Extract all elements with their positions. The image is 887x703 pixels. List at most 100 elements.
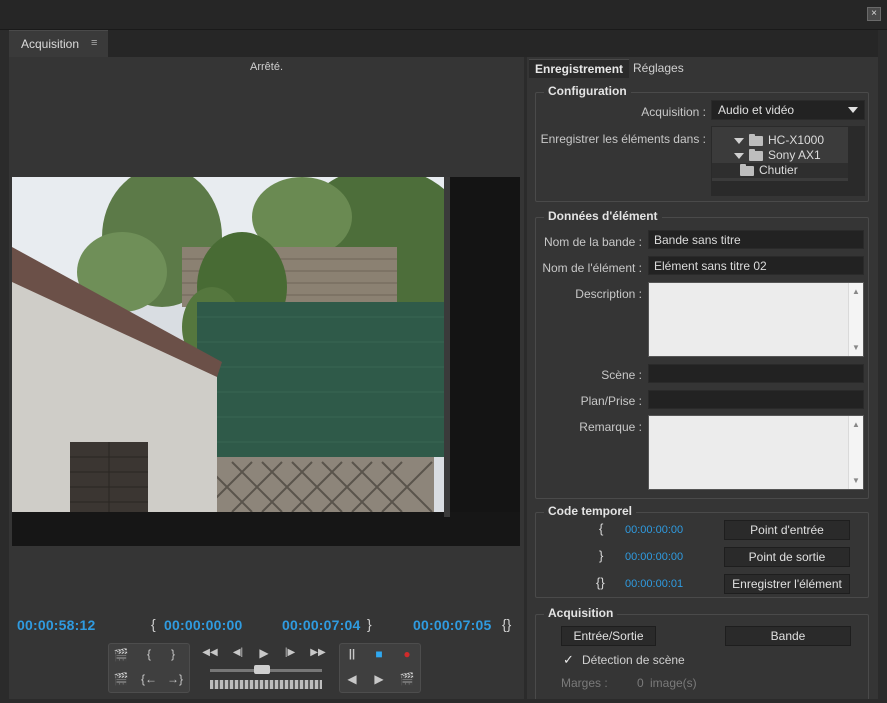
chevron-down-icon	[848, 107, 858, 113]
acquisition-type-label: Acquisition :	[641, 105, 706, 119]
capture-status: Arrêté.	[249, 61, 283, 73]
folder-icon	[749, 133, 763, 146]
duration-timecode[interactable]: 00:00:07:05	[413, 617, 491, 633]
clapper-out-icon[interactable]: 🎬	[111, 672, 131, 686]
save-clips-label: Enregistrer les éléments dans :	[540, 132, 706, 146]
log-clip-button[interactable]: Enregistrer l'élément	[724, 574, 850, 594]
duration-mark-icon: {}	[502, 616, 512, 632]
duration-brace-icon: {}	[596, 575, 605, 590]
clip-name-label: Nom de l'élément :	[542, 261, 642, 275]
tape-name-label: Nom de la bande :	[543, 235, 642, 249]
jog-wheel[interactable]	[210, 680, 322, 689]
play-button[interactable]: ▶	[254, 646, 274, 660]
panel-menu-icon[interactable]: ≡	[91, 37, 97, 49]
configuration-group: Configuration Acquisition : Audio et vid…	[535, 84, 869, 202]
shuttle-handle[interactable]	[254, 665, 270, 674]
tab-settings[interactable]: Réglages	[627, 59, 690, 78]
expand-triangle-icon	[734, 137, 744, 144]
margins-value[interactable]: 0	[637, 676, 644, 690]
scroll-down-icon[interactable]: ▼	[852, 343, 860, 352]
scroll-up-icon[interactable]: ▲	[852, 287, 860, 296]
capture-tape-button[interactable]: Bande	[725, 626, 851, 646]
scene-detect-label: Détection de scène	[582, 653, 685, 667]
scene-detect-checkbox[interactable]: ✓	[563, 653, 576, 666]
acquisition-type-select[interactable]: Audio et vidéo	[711, 100, 865, 120]
capture-monitor: Arrêté. 00:00:58:12 {00:00:00:00 00:00:…	[9, 57, 524, 699]
set-in-point-button[interactable]: Point d'entrée	[724, 520, 850, 540]
description-label: Description :	[575, 287, 642, 301]
in-point-mark-icon: {	[151, 616, 156, 632]
tree-item-chutier[interactable]: Chutier	[712, 163, 848, 178]
folder-icon	[740, 163, 754, 176]
panel-tabbar: Acquisition ≡	[9, 30, 878, 57]
tab-recording[interactable]: Enregistrement	[529, 59, 630, 78]
record-button[interactable]: ●	[397, 647, 417, 661]
tc-in-value[interactable]: 00:00:00:00	[625, 524, 683, 536]
shot-take-label: Plan/Prise :	[580, 394, 642, 408]
capture-controls: || ■ ● ◀ ▶ 🎬	[339, 643, 421, 693]
out-brace-icon: }	[599, 548, 604, 563]
description-input[interactable]: ▲ ▼	[648, 282, 864, 357]
timecode-title: Code temporel	[544, 504, 637, 518]
go-to-out-button[interactable]: →}	[165, 672, 185, 686]
note-scrollbar[interactable]: ▲ ▼	[848, 416, 863, 489]
tree-horizontal-scrollbar[interactable]	[712, 181, 848, 195]
in-point-timecode[interactable]: 00:00:00:00	[164, 617, 242, 633]
video-frame-image	[12, 177, 520, 546]
pause-button[interactable]: ||	[342, 648, 362, 660]
acquisition-type-value: Audio et vidéo	[718, 103, 795, 117]
tree-item-sony-ax1[interactable]: Sony AX1	[734, 148, 821, 163]
next-scene-button[interactable]: ▶	[369, 672, 389, 686]
tape-name-input[interactable]: Bande sans titre	[648, 230, 864, 249]
expand-triangle-icon	[734, 152, 744, 159]
scroll-up-icon[interactable]: ▲	[852, 420, 860, 429]
note-input[interactable]: ▲ ▼	[648, 415, 864, 490]
out-point-timecode[interactable]: 00:00:07:04	[282, 617, 360, 633]
margins-unit: image(s)	[650, 676, 697, 690]
mark-out-button[interactable]: }	[163, 647, 183, 661]
acquisition-group: Acquisition Entrée/Sortie Bande ✓ Détect…	[535, 606, 869, 699]
shot-take-input[interactable]	[648, 390, 864, 409]
out-point-mark-icon: }	[367, 616, 372, 632]
clip-data-title: Données d'élément	[544, 209, 662, 223]
go-to-in-button[interactable]: {←	[139, 672, 159, 686]
mark-in-button[interactable]: {	[139, 647, 159, 661]
tree-item-hc-x1000[interactable]: HC-X1000	[734, 133, 824, 148]
tab-acquisition-label: Acquisition	[21, 37, 80, 51]
tc-duration-value[interactable]: 00:00:00:01	[625, 578, 683, 590]
capture-settings-panel: Enregistrement Réglages Configuration Ac…	[527, 57, 878, 699]
current-timecode[interactable]: 00:00:58:12	[17, 617, 95, 633]
scene-input[interactable]	[648, 364, 864, 383]
tree-vertical-scrollbar[interactable]	[848, 127, 864, 195]
window-titlebar: ×	[0, 0, 887, 30]
scroll-down-icon[interactable]: ▼	[852, 476, 860, 485]
previous-scene-button[interactable]: ◀	[342, 672, 362, 686]
rewind-button[interactable]: ◀◀	[200, 647, 220, 658]
acquisition-title: Acquisition	[544, 606, 618, 620]
clapper-icon[interactable]: 🎬	[111, 648, 131, 662]
marker-controls: 🎬 { } 🎬 {← →}	[108, 643, 190, 693]
settings-scroll: Configuration Acquisition : Audio et vid…	[527, 79, 878, 699]
configuration-title: Configuration	[544, 84, 631, 98]
timecode-group: Code temporel { 00:00:00:00 Point d'entr…	[535, 504, 869, 598]
in-brace-icon: {	[599, 521, 604, 536]
scene-label: Scène :	[601, 368, 642, 382]
stop-button[interactable]: ■	[369, 647, 389, 661]
margins-label: Marges :	[561, 676, 608, 690]
scene-detect-icon[interactable]: 🎬	[397, 672, 417, 686]
set-out-point-button[interactable]: Point de sortie	[724, 547, 850, 567]
close-icon[interactable]: ×	[867, 7, 881, 21]
tc-out-value[interactable]: 00:00:00:00	[625, 551, 683, 563]
step-forward-button[interactable]: |▶	[280, 647, 300, 658]
transport-controls: ◀◀ ◀| ▶ |▶ ▶▶	[196, 643, 336, 693]
description-scrollbar[interactable]: ▲ ▼	[848, 283, 863, 356]
fast-forward-button[interactable]: ▶▶	[308, 647, 328, 658]
clip-name-input[interactable]: Elément sans titre 02	[648, 256, 864, 275]
step-back-button[interactable]: ◀|	[228, 647, 248, 658]
note-label: Remarque :	[579, 420, 642, 434]
capture-in-out-button[interactable]: Entrée/Sortie	[561, 626, 656, 646]
clip-data-group: Données d'élément Nom de la bande : Band…	[535, 209, 869, 499]
bin-tree[interactable]: HC-X1000 Sony AX1 Chutier	[711, 126, 865, 196]
video-preview	[12, 177, 520, 546]
folder-icon	[749, 148, 763, 161]
